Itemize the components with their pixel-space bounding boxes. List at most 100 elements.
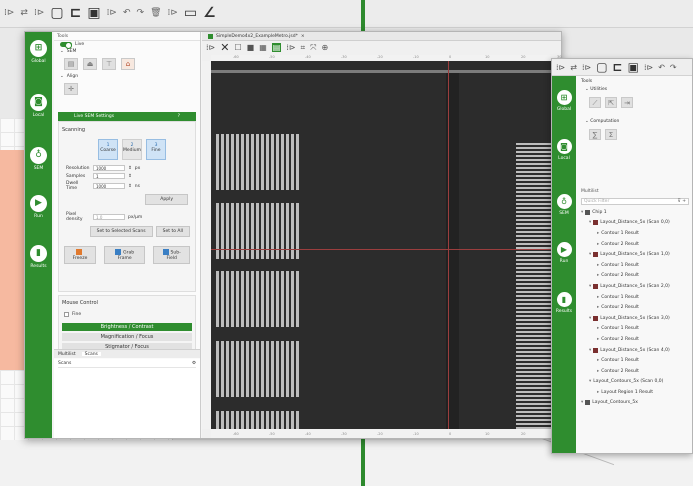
filter-icon[interactable]: ⊽ + bbox=[678, 199, 687, 204]
expand-arrow-icon[interactable]: ▸ bbox=[597, 263, 599, 268]
tree-row[interactable]: ▾ Layout_Contours_5x bbox=[578, 398, 692, 409]
fine-checkbox-row[interactable]: Fine bbox=[62, 307, 192, 322]
tab-scans[interactable]: Scans bbox=[81, 352, 101, 357]
live-toggle-row[interactable]: Live bbox=[54, 41, 200, 49]
apply-button[interactable]: Apply bbox=[145, 194, 188, 205]
tree-row[interactable]: ▸ Layout Region 1 Result bbox=[578, 387, 692, 398]
expand-arrow-icon[interactable]: ▸ bbox=[597, 326, 599, 331]
expand-arrow-icon[interactable]: ▾ bbox=[589, 316, 591, 321]
mode-fine-button[interactable]: 3 Fine bbox=[146, 139, 166, 160]
gear-icon[interactable]: ⚙ bbox=[192, 361, 196, 366]
undo-icon[interactable]: ↶ bbox=[123, 9, 131, 18]
sem-stage-icon[interactable]: ⏏ bbox=[83, 58, 97, 70]
fill-rect-icon[interactable]: ■ bbox=[247, 43, 255, 52]
expand-arrow-icon[interactable]: ▾ bbox=[589, 220, 591, 225]
scale-icon[interactable]: ⇱ bbox=[605, 97, 617, 108]
tree-row[interactable]: ▸ Contour 2 Result bbox=[578, 366, 692, 377]
export-icon[interactable]: ⇥ bbox=[621, 97, 633, 108]
align-icon[interactable]: ✛ bbox=[64, 83, 78, 95]
nav-results[interactable]: ▮ Results bbox=[552, 292, 576, 314]
document-tab[interactable]: SimpleDemo4x2_ExampleMetro.jsd* × bbox=[202, 32, 561, 41]
new-file-icon[interactable]: ▢ bbox=[50, 6, 63, 20]
dock-icon[interactable]: ⁞⊳ bbox=[556, 63, 565, 72]
expand-arrow-icon[interactable]: ▸ bbox=[597, 305, 599, 310]
new-file-icon[interactable]: ▢ bbox=[596, 60, 607, 74]
nav-run[interactable]: ▶ Run bbox=[552, 242, 576, 264]
expand-arrow-icon[interactable]: ▾ bbox=[581, 210, 583, 215]
samples-input[interactable]: 1 bbox=[93, 173, 125, 179]
set-to-selected-scans-button[interactable]: Set to Selected Scans bbox=[89, 226, 153, 237]
freeze-button[interactable]: Freeze bbox=[64, 246, 96, 264]
tree-row[interactable]: ▸ Contour 2 Result bbox=[578, 302, 692, 313]
expand-arrow-icon[interactable]: ▸ bbox=[597, 369, 599, 374]
tab-multilist[interactable]: Multilist bbox=[58, 352, 76, 357]
tree-row[interactable]: ▾ Layout_Distance_5x (Scan 4,0) bbox=[578, 345, 692, 356]
set-to-all-button[interactable]: Set to All bbox=[155, 226, 190, 237]
align-section[interactable]: ⌄ Align bbox=[54, 73, 200, 80]
grab-frame-button[interactable]: Grab Frame bbox=[104, 246, 146, 264]
sem-section[interactable]: ⌄ SEM bbox=[54, 48, 200, 55]
new-file-icon[interactable]: ⁞⊳ bbox=[34, 9, 44, 18]
tree-row[interactable]: ▸ Contour 1 Result bbox=[578, 292, 692, 303]
magnification-focus-button[interactable]: Magnification / Focus bbox=[62, 333, 192, 341]
swap-icon[interactable]: ⇄ bbox=[20, 9, 28, 18]
help-icon[interactable]: ? bbox=[178, 114, 180, 119]
nav-run[interactable]: ▶ Run bbox=[25, 195, 52, 219]
expand-arrow-icon[interactable]: ▸ bbox=[597, 231, 599, 236]
formula-icon[interactable]: ∑ bbox=[589, 129, 601, 140]
crosshair-icon[interactable]: ⌗ bbox=[301, 43, 306, 53]
brightness-contrast-button[interactable]: Brightness / Contrast bbox=[62, 323, 192, 331]
dwell-input[interactable]: 1000 bbox=[93, 183, 125, 189]
nav-global[interactable]: ⊞ Global bbox=[25, 40, 52, 64]
redo-icon[interactable]: ↷ bbox=[670, 63, 677, 72]
tree-row[interactable]: ▾ Chip 1 bbox=[578, 207, 692, 218]
tree-row[interactable]: ▸ Contour 1 Result bbox=[578, 228, 692, 239]
tree-row[interactable]: ▸ Contour 1 Result bbox=[578, 324, 692, 335]
zoom-icon[interactable]: ⊕ bbox=[322, 43, 329, 52]
select-rect-icon[interactable]: ☐ bbox=[234, 43, 241, 52]
utilities-section[interactable]: ⌄ Utilities bbox=[581, 84, 689, 95]
expand-arrow-icon[interactable]: ▾ bbox=[589, 284, 591, 289]
computation-section[interactable]: ⌄ Computation bbox=[581, 116, 689, 127]
tree-row[interactable]: ▸ Contour 1 Result bbox=[578, 355, 692, 366]
nav-local[interactable]: ◙ Local bbox=[552, 139, 576, 161]
sem-image-icon[interactable]: ▤ bbox=[64, 58, 78, 70]
samples-stepper[interactable]: ⇕ bbox=[128, 174, 132, 179]
undo-icon[interactable]: ↶ bbox=[658, 63, 665, 72]
sem-settings-icon[interactable]: ⊤ bbox=[102, 58, 116, 70]
swap-icon[interactable]: ⇄ bbox=[570, 63, 577, 72]
expand-arrow-icon[interactable]: ▸ bbox=[597, 242, 599, 247]
resolution-input[interactable]: 1000 bbox=[93, 165, 125, 171]
nav-global[interactable]: ⊞ Global bbox=[552, 90, 576, 112]
sem-beam-icon[interactable]: ⌂ bbox=[121, 58, 135, 70]
expand-arrow-icon[interactable]: ▸ bbox=[597, 273, 599, 278]
tree-row[interactable]: ▾ Layout_Distance_5x (Scan 2,0) bbox=[578, 281, 692, 292]
expand-arrow-icon[interactable]: ▾ bbox=[589, 252, 591, 257]
measure-icon[interactable]: ⟋ bbox=[589, 97, 601, 108]
save-icon[interactable]: ▣ bbox=[87, 6, 100, 20]
quick-filter-input[interactable]: Quick Filter ⊽ + bbox=[581, 198, 689, 205]
tree-row[interactable]: ▾ Layout_Distance_5x (Scan 1,0) bbox=[578, 249, 692, 260]
open-folder-icon[interactable]: ⊏ bbox=[70, 6, 82, 20]
expand-arrow-icon[interactable]: ▸ bbox=[597, 358, 599, 363]
tree-row[interactable]: ▸ Contour 2 Result bbox=[578, 334, 692, 345]
redo-icon[interactable]: ↷ bbox=[137, 9, 145, 18]
layers-icon[interactable]: ▤ bbox=[271, 43, 282, 52]
dock-icon[interactable]: ⁞⊳ bbox=[206, 43, 215, 52]
dock-icon[interactable]: ⁞⊳ bbox=[4, 9, 14, 18]
fine-checkbox[interactable] bbox=[64, 312, 69, 317]
open-folder-icon[interactable]: ⊏ bbox=[613, 60, 623, 74]
sem-image-canvas[interactable] bbox=[211, 61, 561, 429]
grid-icon[interactable]: ▦ bbox=[259, 43, 267, 52]
nav-results[interactable]: ▮ Results bbox=[25, 245, 52, 269]
live-sem-settings-bar[interactable]: Live SEM Settings ? bbox=[58, 112, 196, 121]
tree-row[interactable]: ▸ Contour 2 Result bbox=[578, 239, 692, 250]
sub-field-button[interactable]: Sub-Field bbox=[153, 246, 190, 264]
close-icon[interactable]: × bbox=[301, 34, 305, 39]
dwell-stepper[interactable]: ⇕ bbox=[128, 184, 132, 189]
delete-icon[interactable]: 🗑 bbox=[150, 9, 161, 18]
expand-arrow-icon[interactable]: ▸ bbox=[597, 337, 599, 342]
live-toggle[interactable] bbox=[60, 42, 72, 49]
expand-icon[interactable]: ⤧ bbox=[310, 43, 316, 53]
expand-arrow-icon[interactable]: ▾ bbox=[581, 400, 583, 405]
